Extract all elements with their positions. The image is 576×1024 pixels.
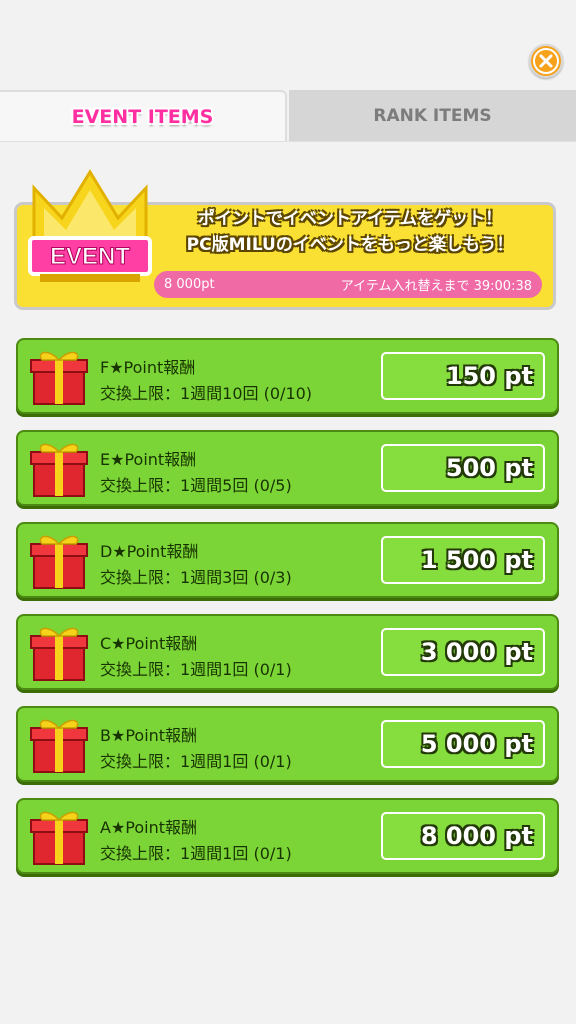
tab-label: RANK ITEMS [373,106,492,126]
item-price[interactable]: 5 000 pt [381,720,545,768]
reward-item[interactable]: D★Point報酬 交換上限：1週間3回 (0/3) 1 500 pt [16,522,559,598]
item-price[interactable]: 500 pt [381,444,545,492]
item-limit: 交換上限：1週間1回 (0/1) [100,844,292,863]
reward-item[interactable]: F★Point報酬 交換上限：1週間10回 (0/10) 150 pt [16,338,559,414]
banner-line-1: ポイントでイベントアイテムをゲット！ [197,209,503,229]
gift-icon [30,719,88,773]
banner-text: ポイントでイベントアイテムをゲット！ PC版MILUのイベントをもっと楽しもう！ [160,206,540,258]
reward-item[interactable]: C★Point報酬 交換上限：1週間1回 (0/1) 3 000 pt [16,614,559,690]
banner-line-2: PC版MILUのイベントをもっと楽しもう！ [186,235,514,255]
item-price[interactable]: 8 000 pt [381,812,545,860]
tab-rank-items[interactable]: RANK ITEMS [289,90,576,142]
item-name: D★Point報酬 [100,542,199,561]
item-limit: 交換上限：1週間10回 (0/10) [100,384,313,403]
item-price[interactable]: 3 000 pt [381,628,545,676]
reward-item[interactable]: E★Point報酬 交換上限：1週間5回 (0/5) 500 pt [16,430,559,506]
tab-event-items[interactable]: EVENT ITEMS [0,90,287,142]
gift-icon [30,811,88,865]
tab-label: EVENT ITEMS [71,106,214,128]
crown-icon: EVENT [28,169,152,282]
item-limit: 交換上限：1週間1回 (0/1) [100,660,292,679]
gift-icon [30,351,88,405]
points-value: 8 000pt [164,277,215,292]
item-name: F★Point報酬 [100,358,196,377]
reward-item[interactable]: A★Point報酬 交換上限：1週間1回 (0/1) 8 000 pt [16,798,559,874]
event-badge-label: EVENT [50,243,130,270]
points-bar: 8 000pt アイテム入れ替えまで 39:00:38 [154,271,542,298]
gift-icon [30,443,88,497]
close-button[interactable] [529,44,563,78]
gift-icon [30,627,88,681]
close-icon [533,48,559,74]
gift-icon [30,535,88,589]
item-limit: 交換上限：1週間3回 (0/3) [100,568,292,587]
item-price[interactable]: 150 pt [381,352,545,400]
item-name: E★Point報酬 [100,450,197,469]
item-name: B★Point報酬 [100,726,198,745]
item-limit: 交換上限：1週間5回 (0/5) [100,476,292,495]
item-name: C★Point報酬 [100,634,198,653]
refresh-timer: アイテム入れ替えまで 39:00:38 [340,279,532,294]
item-name: A★Point報酬 [100,818,198,837]
reward-item[interactable]: B★Point報酬 交換上限：1週間1回 (0/1) 5 000 pt [16,706,559,782]
item-price[interactable]: 1 500 pt [381,536,545,584]
tab-divider [0,141,576,142]
item-limit: 交換上限：1週間1回 (0/1) [100,752,292,771]
